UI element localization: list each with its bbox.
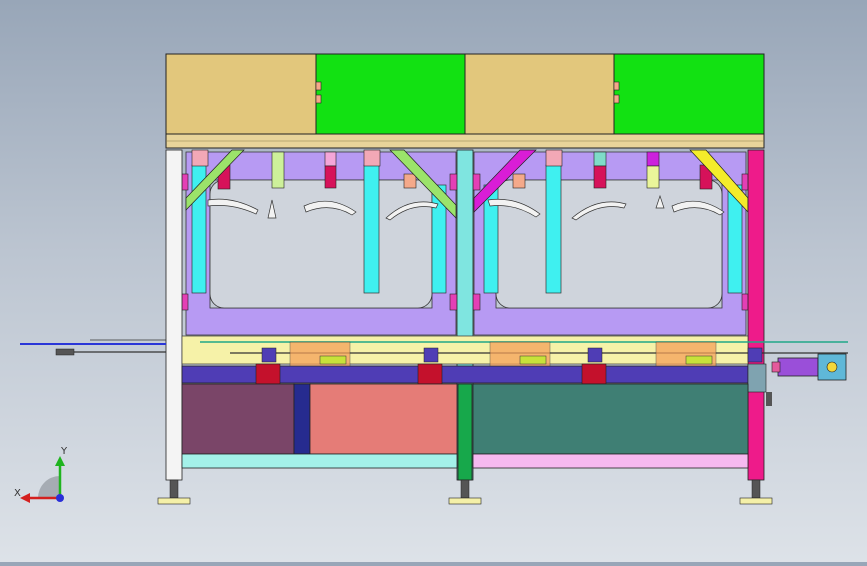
post-left — [165, 149, 183, 481]
cabinet-door-3 — [464, 53, 615, 135]
x-axis-label: X — [14, 488, 21, 499]
door-hinge — [613, 81, 620, 91]
drive-motor — [777, 357, 819, 377]
upper-cabinet — [165, 53, 765, 149]
cad-viewport[interactable]: Y X — [0, 0, 867, 562]
post-right — [747, 149, 765, 481]
z-axis-dot — [56, 494, 64, 502]
cabinet-door-2 — [315, 53, 466, 135]
machine-drawing — [20, 53, 848, 505]
post-center-lower — [457, 383, 473, 481]
door-hinge — [613, 94, 620, 104]
cabinet-door-1 — [165, 53, 317, 135]
door-hinge — [315, 94, 322, 104]
y-axis-label: Y — [60, 446, 68, 457]
cabinet-door-4 — [613, 53, 765, 135]
axis-triad-icon[interactable]: Y X — [10, 440, 80, 510]
leveling-feet — [157, 479, 773, 505]
door-hinge — [315, 81, 322, 91]
